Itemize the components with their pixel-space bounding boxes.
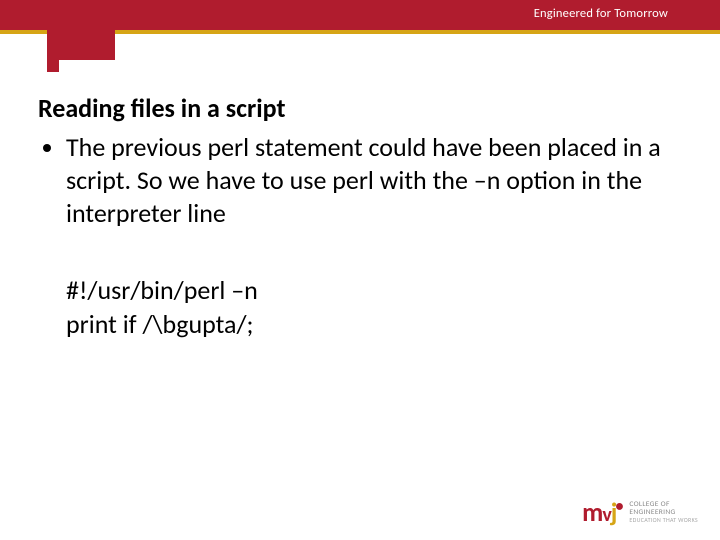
code-line: print if /\bgupta/; bbox=[66, 308, 678, 342]
code-block: #!/usr/bin/perl –n print if /\bgupta/; bbox=[38, 274, 678, 342]
logo-letter-v: v bbox=[602, 505, 610, 525]
bullet-item: The previous perl statement could have b… bbox=[66, 131, 678, 231]
slide: Engineered for Tomorrow Reading files in… bbox=[0, 0, 720, 540]
header-notch-small bbox=[47, 60, 59, 72]
section-heading: Reading files in a script bbox=[38, 92, 678, 125]
tagline: Engineered for Tomorrow bbox=[534, 6, 668, 21]
header-notch bbox=[47, 30, 115, 60]
code-line: #!/usr/bin/perl –n bbox=[66, 274, 678, 308]
logo-dot-icon: • bbox=[615, 497, 622, 516]
logo-line3: EDUCATION THAT WORKS bbox=[629, 517, 698, 523]
logo-mark: m v j • bbox=[582, 499, 623, 526]
content-block: Reading files in a script The previous p… bbox=[38, 92, 678, 342]
college-logo: m v j • COLLEGE OF ENGINEERING EDUCATION… bbox=[582, 499, 698, 526]
logo-text: COLLEGE OF ENGINEERING EDUCATION THAT WO… bbox=[629, 501, 698, 523]
header-bar: Engineered for Tomorrow bbox=[0, 0, 720, 30]
bullet-list: The previous perl statement could have b… bbox=[38, 131, 678, 231]
logo-letter-m: m bbox=[582, 499, 602, 525]
